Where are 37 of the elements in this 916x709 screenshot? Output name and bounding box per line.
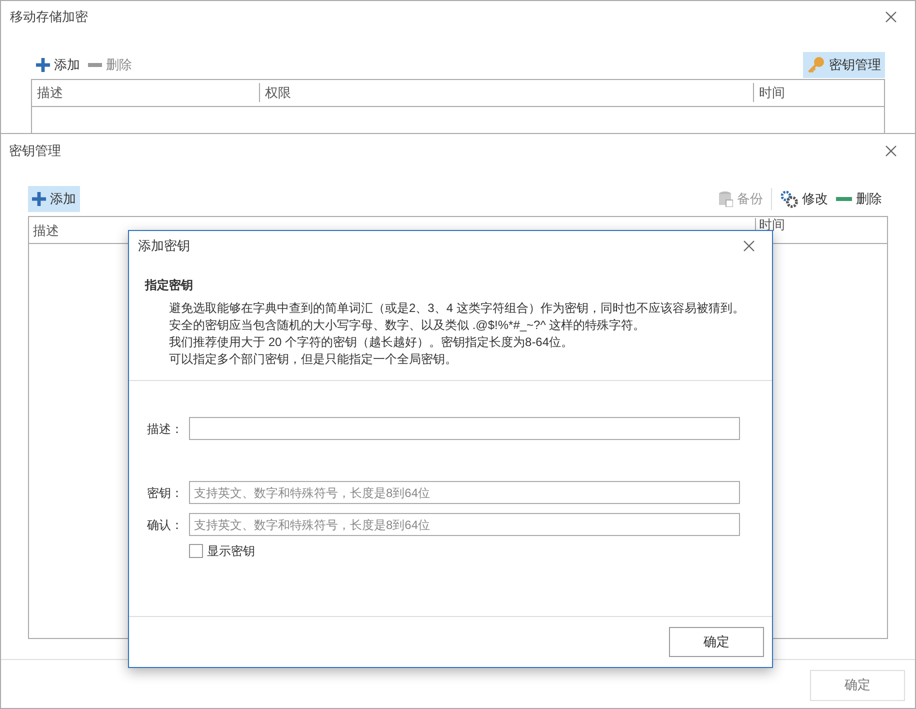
plus-icon: [36, 58, 50, 72]
window-title: 移动存储加密: [10, 8, 88, 26]
edit-button[interactable]: 修改: [780, 188, 828, 208]
add-button[interactable]: 添加: [28, 186, 80, 212]
add-button[interactable]: 添加: [36, 54, 80, 74]
section-title: 指定密钥: [145, 277, 194, 294]
key-management-button[interactable]: 密钥管理: [803, 52, 885, 78]
input-field[interactable]: 支持英文、数字和特殊符号，长度是8到64位: [189, 481, 740, 504]
column-header: 权限: [260, 82, 754, 102]
hint-text: 安全的密钥应当包含随机的大小写字母、数字、以及类似 .@$!%*#_~?^ 这样的特殊字符。: [169, 317, 646, 334]
input-field[interactable]: 支持英文、数字和特殊符号，长度是8到64位: [189, 513, 740, 536]
delete-button[interactable]: 删除: [836, 188, 882, 208]
checkbox[interactable]: [189, 544, 203, 558]
field-label: 密钥：: [147, 484, 184, 502]
column-header: 描述: [32, 224, 60, 238]
hint-text: 可以指定多个部门密钥，但是只能指定一个全局密钥。: [169, 351, 458, 368]
minus-icon: [836, 196, 852, 200]
close-icon[interactable]: [885, 144, 897, 157]
key-icon: [807, 56, 825, 74]
ok-button[interactable]: 确定: [669, 627, 764, 657]
field-label: 描述：: [147, 420, 184, 438]
column-header: 时间: [758, 84, 786, 102]
delete-button[interactable]: 删除: [88, 54, 132, 74]
hint-text: 避免选取能够在字典中查到的简单词汇（或是2、3、4 这类字符组合）作为密钥，同时也不应该容易被猜到。: [169, 300, 746, 317]
hint-text: 我们推荐使用大于 20 个字符的密钥（越长越好）。密钥指定长度为8-64位。: [169, 334, 574, 351]
minus-icon: [88, 62, 102, 66]
close-icon[interactable]: [885, 10, 897, 23]
close-icon[interactable]: [743, 240, 755, 252]
gears-icon: [780, 190, 798, 208]
input-field[interactable]: [189, 417, 740, 440]
database-icon: [719, 190, 733, 206]
field-label: 确认：: [147, 516, 184, 534]
dialog-title: 添加密钥: [138, 237, 190, 256]
column-header: 描述: [32, 82, 260, 102]
show-key-checkbox[interactable]: 显示密钥: [189, 542, 255, 560]
window-title: 密钥管理: [9, 142, 61, 160]
plus-icon: [32, 192, 46, 206]
